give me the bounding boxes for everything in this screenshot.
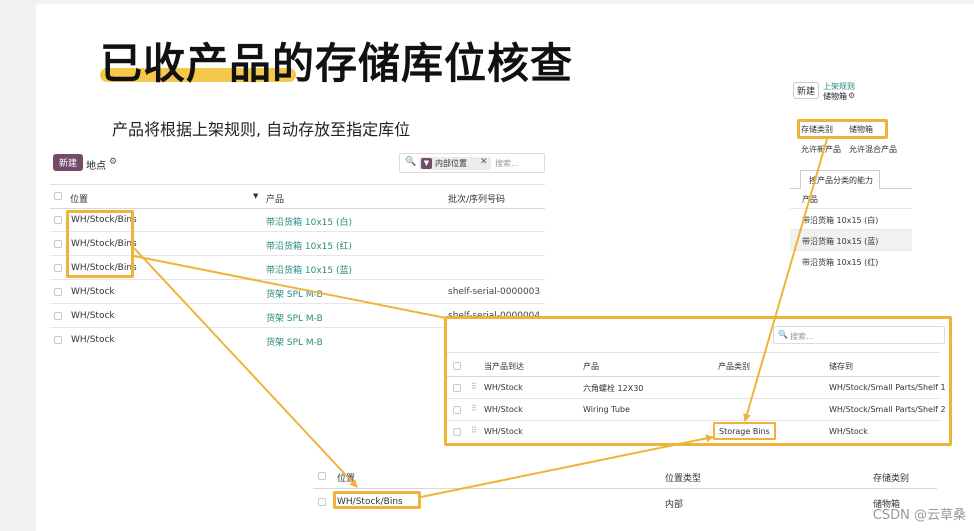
row-checkbox[interactable] — [54, 240, 62, 248]
row-checkbox[interactable] — [54, 216, 62, 224]
highlight-storage-category — [797, 119, 888, 139]
allow-new-product-label: 允许新产品 — [801, 145, 841, 154]
row-product[interactable]: 带沿货箱 10x15 (白) — [266, 215, 352, 228]
row-product: 带沿货箱 10x15 (红) — [802, 258, 879, 267]
row-product: 带沿货箱 10x15 (白) — [802, 216, 879, 225]
breadcrumb-current: 储物箱 — [823, 92, 847, 101]
row-checkbox[interactable] — [318, 498, 326, 506]
title-block: 已收产品的存储库位核查 — [100, 30, 573, 91]
row-product[interactable]: 货架 SPL M-B — [266, 287, 323, 300]
column-storage-category[interactable]: 存储类别 — [873, 471, 909, 484]
row-checkbox[interactable] — [54, 336, 62, 344]
row-product[interactable]: 货架 SPL M-B — [266, 335, 323, 348]
watermark: CSDN @云草桑 — [872, 508, 966, 523]
highlight-bins-detail — [333, 491, 421, 509]
column-product[interactable]: 产品 — [266, 192, 284, 205]
header-top-line — [50, 184, 545, 185]
new-button[interactable]: 新建 — [793, 82, 819, 99]
column-location[interactable]: 位置 — [70, 192, 88, 205]
row-location-type: 内部 — [665, 500, 684, 510]
select-all-checkbox[interactable] — [54, 192, 62, 200]
tab-capacity-by-category[interactable]: 按产品分类的能力 — [800, 170, 880, 189]
row-product[interactable]: 带沿货箱 10x15 (红) — [266, 239, 352, 252]
allow-mixed-product-label: 允许混合产品 — [849, 145, 897, 154]
highlight-rules-panel — [444, 316, 952, 446]
row-checkbox[interactable] — [54, 264, 62, 272]
slide-subtitle: 产品将根据上架规则, 自动存放至指定库位 — [112, 120, 411, 139]
new-button[interactable]: 新建 — [53, 154, 83, 171]
table-row[interactable]: WH/Stock 货架 SPL M-B shelf-serial-0000003 — [50, 280, 545, 304]
row-checkbox[interactable] — [54, 312, 62, 320]
row-product[interactable]: 货架 SPL M-B — [266, 311, 323, 324]
highlight-storage-bins — [713, 422, 776, 440]
table-row[interactable]: 带沿货箱 10x15 (红) — [790, 251, 912, 272]
column-location[interactable]: 位置 — [337, 471, 355, 484]
row-product: 带沿货箱 10x15 (蓝) — [802, 237, 879, 246]
table-row[interactable]: 带沿货箱 10x15 (白) — [790, 209, 912, 230]
filter-icon: ▼ — [421, 158, 432, 169]
search-box[interactable]: 🔍 ▼ 内部位置 ✕ 搜索... — [399, 153, 545, 173]
row-product[interactable]: 带沿货箱 10x15 (蓝) — [266, 263, 352, 276]
row-location: WH/Stock — [71, 335, 115, 345]
row-location: WH/Stock — [71, 287, 115, 297]
tab-label: 按产品分类的能力 — [809, 176, 873, 185]
column-location-type[interactable]: 位置类型 — [665, 471, 701, 484]
gear-icon[interactable]: ⚙ — [848, 91, 855, 100]
location-detail-panel: 位置 位置类型 存储类别 WH/Stock/Bins 内部 储物箱 — [313, 462, 937, 518]
highlight-bins-locations — [66, 210, 134, 278]
close-icon[interactable]: ✕ — [480, 157, 488, 167]
filter-chip[interactable]: ▼ 内部位置 ✕ — [419, 157, 491, 170]
storage-category-panel: 新建 上架规则 储物箱 ⚙ 存储类别 储物箱 允许新产品 允许混合产品 按产品分… — [790, 78, 912, 274]
column-lot[interactable]: 批次/序列号码 — [448, 192, 505, 205]
row-location: WH/Stock — [71, 311, 115, 321]
search-icon: 🔍 — [405, 157, 417, 167]
select-all-checkbox[interactable] — [318, 472, 326, 480]
gear-icon[interactable]: ⚙ — [109, 157, 117, 167]
table-row[interactable]: 带沿货箱 10x15 (蓝) — [790, 230, 912, 251]
breadcrumb: 地点 — [86, 161, 106, 172]
sort-caret-icon[interactable]: ▼ — [253, 192, 258, 200]
column-product: 产品 — [802, 195, 818, 204]
row-lot: shelf-serial-0000003 — [448, 287, 541, 297]
search-placeholder: 搜索... — [495, 159, 519, 168]
row-checkbox[interactable] — [54, 288, 62, 296]
slide-title: 已收产品的存储库位核查 — [100, 39, 574, 88]
filter-chip-label: 内部位置 — [435, 159, 467, 168]
